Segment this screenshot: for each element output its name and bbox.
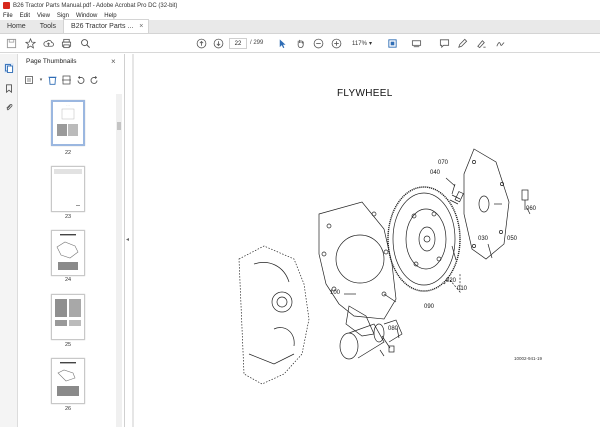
draw-icon[interactable] [475,37,487,49]
collapse-panel-handle[interactable]: ◂ [126,236,129,243]
thumbnail-label-25: 25 [64,342,72,348]
callout-040: 040 [430,170,441,176]
keyboard-icon[interactable] [410,37,422,49]
menu-help[interactable]: Help [104,13,116,19]
thumbnail-label-24: 24 [64,277,72,283]
menu-view[interactable]: View [37,13,50,19]
navigation-rail [0,54,18,427]
callout-060: 060 [526,206,537,212]
attachment-icon[interactable] [4,102,14,112]
page-number-input[interactable]: 22 [229,38,247,49]
options-chevron-icon[interactable]: ▾ [39,75,43,85]
acrobat-app-icon [3,2,10,9]
page-thumbnails-panel: Page Thumbnails × ▾ . . . 22 23 24 25 26 [19,54,125,427]
scrollbar-thumb[interactable] [117,122,121,130]
search-icon[interactable] [79,37,91,49]
callout-020: 020 [446,278,457,284]
page-thumbnail-25[interactable] [51,294,85,340]
callout-100: 100 [330,290,341,296]
options-menu-icon[interactable] [25,75,35,85]
callout-030: 030 [478,236,489,242]
save-icon[interactable] [5,37,17,49]
hand-tool-icon[interactable] [294,37,306,49]
select-cursor-icon[interactable] [276,37,288,49]
zoom-dropdown[interactable]: 117% ▾ [350,38,374,49]
extract-pages-icon[interactable] [61,75,71,85]
tab-document-label: B26 Tractor Parts ... [71,23,134,30]
zoom-out-icon[interactable] [312,37,324,49]
thumbnail-label-23: 23 [64,214,72,220]
callout-050: 050 [507,236,518,242]
panel-title: Page Thumbnails [26,58,77,65]
delete-page-icon[interactable] [47,75,57,85]
previous-page-icon[interactable] [195,37,207,49]
menu-sign[interactable]: Sign [57,13,69,19]
cloud-upload-icon[interactable] [42,37,54,49]
tab-tools[interactable]: Tools [33,19,63,33]
next-page-icon[interactable] [212,37,224,49]
tab-home[interactable]: Home [0,19,33,33]
rotate-counterclockwise-icon[interactable] [75,75,85,85]
close-panel-icon[interactable]: × [111,57,116,66]
tab-document[interactable]: B26 Tractor Parts ... × [63,19,150,33]
bookmark-icon[interactable] [4,83,14,93]
toolbar: 22 / 299 117% ▾ [0,34,600,53]
thumbnail-toolbar: ▾ [25,74,99,86]
sign-icon[interactable] [494,37,506,49]
page-thumbnail-23[interactable] [51,166,85,212]
thumbnail-label-22: 22 [64,150,72,156]
rotate-clockwise-icon[interactable] [89,75,99,85]
page-thumbnails-icon[interactable] [4,63,14,73]
comment-icon[interactable] [438,37,450,49]
fit-page-icon[interactable] [386,37,398,49]
print-icon[interactable] [60,37,72,49]
chevron-down-icon: ▾ [368,41,372,47]
zoom-in-icon[interactable] [330,37,342,49]
callout-090: 090 [424,304,435,310]
page-thumbnail-26[interactable] [51,358,85,404]
thumbnail-list: . . . 22 23 24 25 26 [19,94,116,427]
page-thumbnail-22[interactable]: . . . [51,100,85,146]
zoom-value: 117% [352,40,367,47]
page-thumbnail-24[interactable] [51,230,85,276]
menu-file[interactable]: File [3,13,13,19]
close-tab-icon[interactable]: × [139,23,143,30]
thumbnail-label-26: 26 [64,406,72,412]
highlight-pen-icon[interactable] [456,37,468,49]
svg-text:. . .: . . . [67,105,70,107]
thumbnail-scrollbar[interactable] [116,94,122,427]
flywheel-exploded-diagram [238,148,531,385]
pdf-page: FLYWHEEL 070 040 060 030 050 100 020 010… [134,54,600,427]
callout-080: 080 [388,326,399,332]
page-total: / 299 [250,40,264,46]
tab-bar: Home Tools B26 Tractor Parts ... × [0,19,600,34]
figure-code: 10002-941-19 [514,356,543,361]
menu-edit[interactable]: Edit [20,13,30,19]
window-title: B26 Tractor Parts Manual.pdf - Adobe Acr… [13,2,178,9]
callout-070: 070 [438,160,449,166]
document-viewer[interactable]: FLYWHEEL 070 040 060 030 050 100 020 010… [132,54,600,427]
callout-010: 010 [457,286,468,292]
title-bar: B26 Tractor Parts Manual.pdf - Adobe Acr… [0,0,600,11]
star-bookmark-icon[interactable] [24,37,36,49]
menu-window[interactable]: Window [76,13,97,19]
